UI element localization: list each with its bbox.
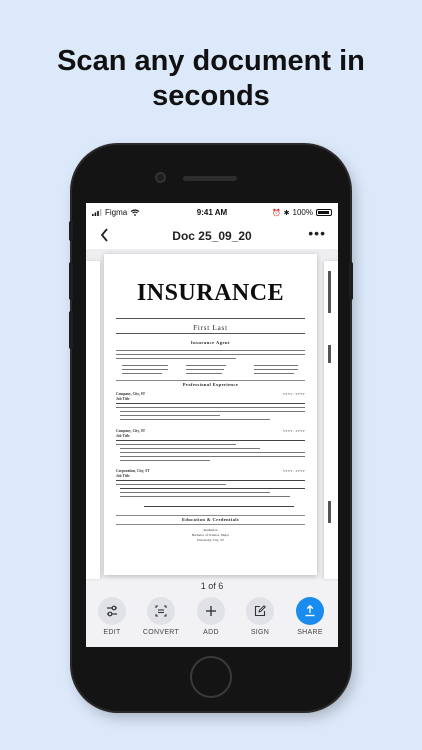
sliders-icon: [107, 605, 117, 617]
share-button[interactable]: SHARE: [285, 597, 335, 647]
education-institution: Institution: [203, 528, 218, 532]
scanned-page: INSURANCE First Last Insurance Agent Pro…: [104, 254, 317, 575]
page-counter: 1 of 6: [200, 581, 224, 591]
sign-edit-icon: [254, 605, 266, 617]
next-page-edge[interactable]: [324, 261, 338, 579]
sign-label: SIGN: [250, 629, 270, 636]
education-location: University, City, ST: [196, 538, 225, 542]
battery-icon: [316, 209, 332, 216]
bottom-toolbar: EDIT CONVERT ADD SIGN SHARE: [86, 595, 338, 647]
education-degree: Bachelor of Science, Major: [191, 533, 230, 537]
sign-button[interactable]: SIGN: [235, 597, 285, 647]
earpiece-speaker: [183, 176, 237, 181]
section-experience: Professional Experience: [182, 382, 239, 387]
job-company: Company, City, ST: [116, 392, 146, 396]
add-button[interactable]: ADD: [186, 597, 236, 647]
job-title: Job Title: [116, 434, 130, 438]
share-upload-icon: [305, 604, 315, 617]
convert-icon: [155, 605, 167, 617]
bluetooth-icon: ✱: [283, 209, 290, 217]
share-label: SHARE: [297, 629, 323, 636]
mute-switch: [69, 221, 73, 241]
headline: Scan any document in seconds: [57, 45, 365, 112]
document-viewer[interactable]: INSURANCE First Last Insurance Agent Pro…: [86, 249, 338, 579]
job-dates: YYYY - YYYY: [282, 469, 305, 473]
battery-percent: 100%: [292, 208, 313, 217]
app-screen: Figma 9:41 AM ⏰ ✱ 100% Doc 25_09_20 •••: [86, 203, 338, 647]
volume-down-button: [69, 311, 73, 349]
resume-role: Insurance Agent: [190, 340, 231, 345]
job-title: Job Title: [116, 397, 130, 401]
status-bar: Figma 9:41 AM ⏰ ✱ 100%: [86, 203, 338, 221]
volume-up-button: [69, 262, 73, 300]
nav-bar: Doc 25_09_20 •••: [86, 221, 338, 249]
job-company: Corporation, City, ST: [116, 469, 150, 473]
job-dates: YYYY - YYYY: [282, 392, 305, 396]
ellipsis-icon[interactable]: •••: [308, 225, 326, 241]
alarm-icon: ⏰: [271, 209, 281, 217]
plus-icon: [206, 606, 216, 616]
power-button: [349, 262, 353, 300]
heading-rule: [116, 318, 305, 319]
convert-label: CONVERT: [142, 629, 180, 636]
edit-label: EDIT: [103, 629, 121, 636]
job-title: Job Title: [116, 474, 130, 478]
convert-button[interactable]: CONVERT: [136, 597, 186, 647]
home-button[interactable]: [190, 656, 232, 698]
edit-button[interactable]: EDIT: [87, 597, 137, 647]
section-education: Education & Credentials: [181, 517, 240, 522]
front-camera: [155, 172, 166, 183]
name-rule: [116, 333, 305, 334]
job-dates: YYYY - YYYY: [282, 429, 305, 433]
add-label: ADD: [203, 629, 219, 636]
previous-page-edge[interactable]: [86, 261, 100, 579]
resume-heading: INSURANCE: [136, 280, 285, 306]
resume-name: First Last: [193, 324, 228, 332]
job-company: Company, City, ST: [116, 429, 146, 433]
document-title: Doc 25_09_20: [172, 229, 252, 243]
